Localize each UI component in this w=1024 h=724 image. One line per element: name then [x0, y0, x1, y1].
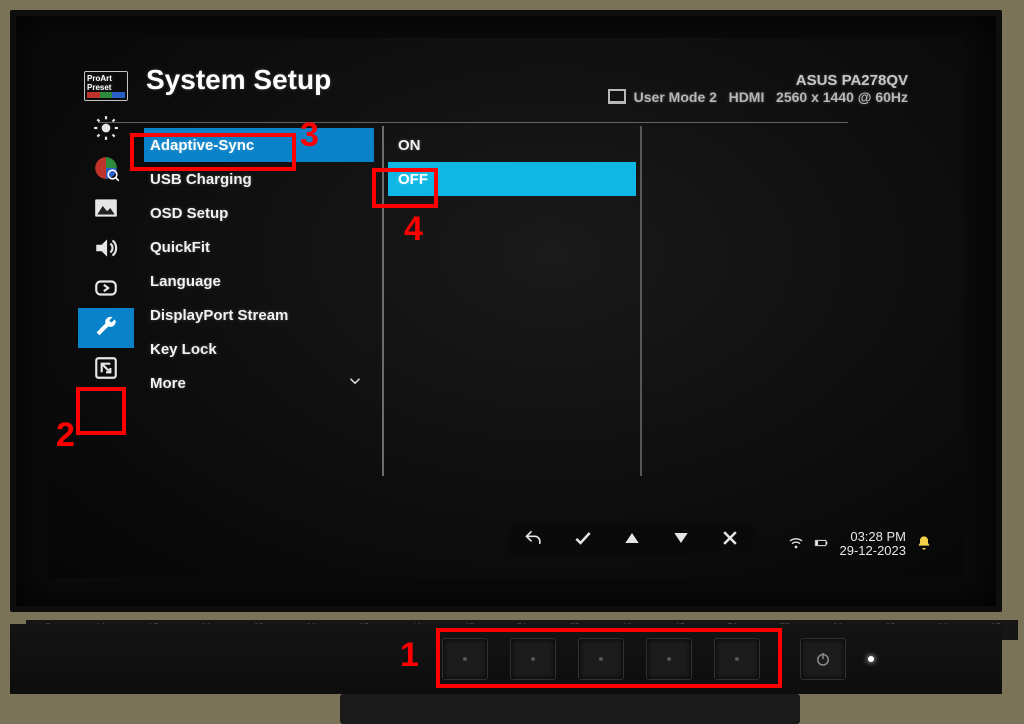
notification-bell-icon[interactable]: [916, 535, 932, 554]
monitor-bezel: ProArt Preset: [10, 10, 1002, 612]
menu-item-language[interactable]: Language: [144, 264, 374, 298]
menu-item-label: Adaptive-Sync: [150, 137, 254, 154]
menu-item-label: Key Lock: [150, 341, 217, 358]
hardware-button-1[interactable]: [442, 638, 488, 680]
hardware-button-3[interactable]: [578, 638, 624, 680]
options-menu: ON OFF: [388, 128, 636, 196]
menu-item-adaptive-sync[interactable]: Adaptive-Sync: [144, 128, 374, 162]
settings-menu: Adaptive-Sync USB Charging OSD Setup Qui…: [144, 128, 374, 400]
menu-item-key-lock[interactable]: Key Lock: [144, 332, 374, 366]
input-source-icon: [93, 275, 119, 301]
column-divider-2: [640, 126, 642, 476]
battery-icon[interactable]: [814, 535, 830, 554]
tray-time: 03:28 PM: [840, 530, 907, 544]
menu-item-label: QuickFit: [150, 239, 210, 256]
system-tray: 03:28 PM 29-12-2023: [788, 530, 933, 558]
back-icon: [524, 528, 544, 553]
monitor-mode: User Mode 2: [634, 89, 717, 105]
power-led: [868, 656, 874, 662]
sidebar-item-input-source[interactable]: [78, 268, 134, 308]
brightness-icon: [93, 115, 119, 141]
osd-window: ProArt Preset: [78, 64, 908, 494]
wifi-icon[interactable]: [788, 535, 804, 554]
menu-item-osd-setup[interactable]: OSD Setup: [144, 196, 374, 230]
menu-item-label: OSD Setup: [150, 205, 228, 222]
option-off[interactable]: OFF: [388, 162, 636, 196]
monitor-input: HDMI: [729, 89, 765, 105]
sidebar-item-sound[interactable]: [78, 228, 134, 268]
hardware-button-row: [10, 624, 1002, 694]
menu-item-label: Language: [150, 273, 221, 290]
proart-text-2: Preset: [87, 83, 111, 92]
sidebar-item-shortcut[interactable]: [78, 348, 134, 388]
menu-item-more[interactable]: More: [144, 366, 374, 400]
osd-nav-hints: [509, 524, 754, 556]
menu-item-quickfit[interactable]: QuickFit: [144, 230, 374, 264]
osd-header: System Setup ASUS PA278QV User Mode 2 HD…: [146, 64, 908, 96]
option-label: OFF: [398, 171, 428, 188]
hardware-button-2[interactable]: [510, 638, 556, 680]
tray-clock[interactable]: 03:28 PM 29-12-2023: [840, 530, 907, 558]
wrench-icon: [93, 315, 119, 341]
sidebar-item-color[interactable]: [78, 148, 134, 188]
chevron-down-icon: [346, 372, 364, 394]
shortcut-icon: [93, 355, 119, 381]
menu-item-label: USB Charging: [150, 171, 252, 188]
tray-date: 29-12-2023: [840, 544, 907, 558]
menu-item-label: More: [150, 375, 186, 392]
check-icon: [573, 528, 593, 553]
sound-icon: [93, 235, 119, 261]
proart-text-1: ProArt: [87, 74, 112, 83]
header-divider: [98, 122, 848, 123]
monitor-model: ASUS PA278QV: [608, 72, 908, 89]
image-icon: [93, 195, 119, 221]
menu-item-usb-charging[interactable]: USB Charging: [144, 162, 374, 196]
power-icon: [814, 650, 832, 668]
monitor-screen: ProArt Preset: [48, 38, 964, 578]
menu-item-label: DisplayPort Stream: [150, 307, 288, 324]
hardware-button-5[interactable]: [714, 638, 760, 680]
monitor-resolution: 2560 x 1440 @ 60Hz: [776, 89, 908, 105]
option-on[interactable]: ON: [388, 128, 636, 162]
sidebar-item-proart-preset[interactable]: ProArt Preset: [78, 64, 134, 108]
monitor-info: ASUS PA278QV User Mode 2 HDMI 2560 x 144…: [608, 72, 908, 105]
sidebar-item-image[interactable]: [78, 188, 134, 228]
monitor-mini-icon: [608, 89, 626, 104]
monitor-stand: [340, 694, 800, 724]
option-label: ON: [398, 137, 421, 154]
proart-icon: ProArt Preset: [84, 71, 128, 101]
osd-icon-column: ProArt Preset: [78, 64, 134, 494]
sidebar-item-brightness[interactable]: [78, 108, 134, 148]
power-button[interactable]: [800, 638, 846, 680]
triangle-up-icon: [622, 528, 642, 553]
close-icon: [720, 528, 740, 553]
triangle-down-icon: [671, 528, 691, 553]
column-divider-1: [382, 126, 384, 476]
hardware-button-4[interactable]: [646, 638, 692, 680]
color-pie-icon: [93, 155, 119, 181]
menu-item-displayport-stream[interactable]: DisplayPort Stream: [144, 298, 374, 332]
sidebar-item-system-setup[interactable]: [78, 308, 134, 348]
